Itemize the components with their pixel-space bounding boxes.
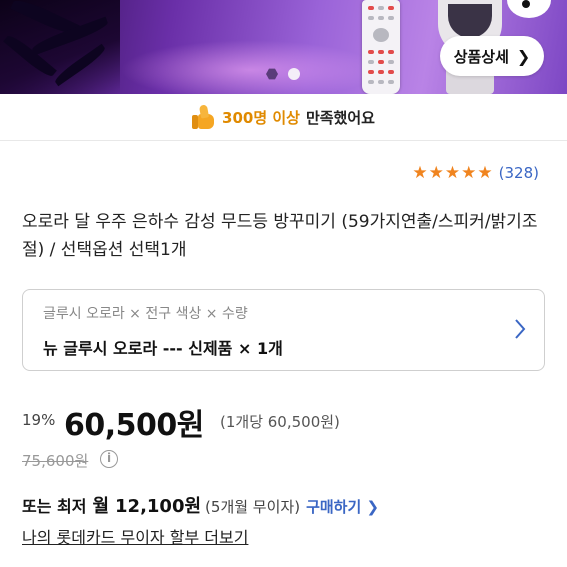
installment-prefix: 또는 최저 [22,497,87,516]
info-icon[interactable]: i [100,450,118,468]
installment-row: 또는 최저 월 12,100원 (5개월 무이자) 구매하기 ❯ [22,492,379,518]
option-selector[interactable]: 글루시 오로라 × 전구 색상 × 수량 뉴 글루시 오로라 --- 신제품 ×… [22,289,545,371]
unit-price: (1개당 60,500원) [220,413,340,431]
product-detail-label: 상품상세 [453,47,509,66]
section-divider [0,140,567,141]
installment-month-label: 월 [92,496,110,517]
star-icon: ★ [477,162,493,183]
discount-rate: 19% [22,411,56,429]
chevron-right-icon: ❯ [516,46,531,66]
buy-installment-link[interactable]: 구매하기 ❯ [306,496,379,517]
installment-terms: (5개월 무이자) [205,498,301,516]
chevron-right-icon: ❯ [366,498,380,516]
sale-price: 60,500원 [64,408,204,443]
original-price: 75,600원 [22,452,89,470]
product-detail-button[interactable]: 상품상세 ❯ [440,36,544,76]
rating-stars: ★ ★ ★ ★ ★ [412,162,493,183]
star-icon: ★ [461,162,477,183]
carousel-indicators [266,68,300,80]
carousel-dot-active[interactable] [266,68,278,80]
installment-amount: 12,100원 [115,496,202,517]
star-icon: ★ [412,162,428,183]
aurora-glow [120,40,380,94]
option-label: 글루시 오로라 × 전구 색상 × 수량 [43,306,248,322]
review-count-link[interactable]: (328) [499,164,539,182]
satisfaction-text: 만족했어요 [305,108,375,127]
chevron-right-icon [515,319,526,339]
carousel-dot[interactable] [288,68,300,80]
star-icon: ★ [444,162,461,183]
satisfaction-banner: 300명 이상 만족했어요 [0,94,567,140]
option-selected-value: 뉴 글루시 오로라 --- 신제품 × 1개 [43,339,283,358]
buy-installment-label: 구매하기 [306,498,362,516]
thumbs-up-icon [192,104,216,130]
remote-control-image [362,0,400,94]
palm-silhouette [0,0,120,94]
star-icon: ★ [428,162,444,183]
lotte-card-installment-link[interactable]: 나의 롯데카드 무이자 할부 더보기 [22,524,248,548]
product-rating[interactable]: ★ ★ ★ ★ ★ (328) [412,164,539,182]
satisfaction-count: 300명 이상 [222,108,300,127]
product-title: 오로라 달 우주 은하수 감성 무드등 방꾸미기 (59가지연출/스피커/밝기조… [22,212,538,260]
